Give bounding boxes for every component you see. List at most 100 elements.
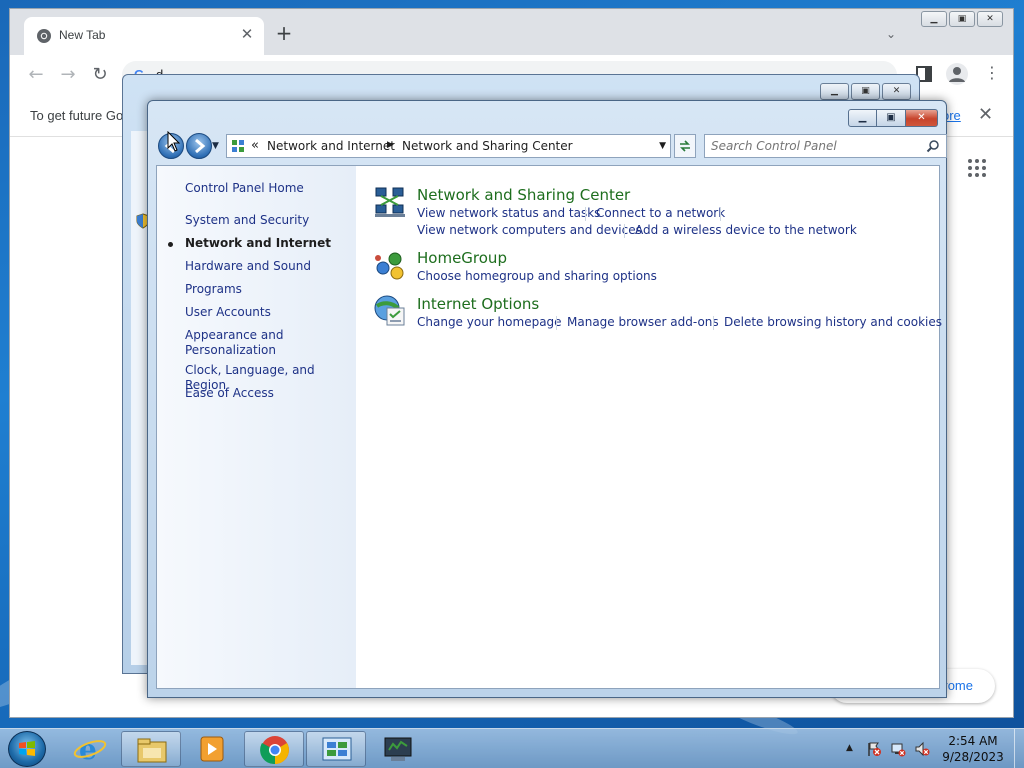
manage-addons-link[interactable]: Manage browser add-ons [567,315,719,329]
recent-pages-dropdown-icon[interactable]: ▼ [212,141,219,151]
clock-time: 2:54 AM [948,734,998,748]
forward-button[interactable]: → [58,65,78,85]
close-button[interactable]: ✕ [906,109,938,127]
maximize-button[interactable]: ▣ [949,11,975,27]
media-player-icon [200,736,224,762]
taskbar-media-player[interactable] [182,731,242,767]
tab-title: New Tab [59,28,106,42]
close-button[interactable]: ✕ [977,11,1003,27]
sidebar-item-appearance-line1[interactable]: Appearance and [185,328,283,343]
taskbar-file-explorer[interactable] [121,731,181,767]
sidebar-item-appearance-line2[interactable]: Personalization [185,343,276,358]
taskbar: e ▲ 2:54 AM 9/28/2023 [0,728,1024,768]
sidebar-item-system-and-security[interactable]: System and Security [185,213,309,228]
google-apps-icon[interactable] [968,159,986,177]
infobar-close-icon[interactable]: ✕ [978,104,993,125]
sidebar-item-ease-of-access[interactable]: Ease of Access [185,386,274,401]
tab-search-icon[interactable]: ⌄ [886,27,896,41]
remote-desktop-icon [384,737,412,761]
chrome-icon [260,736,289,765]
chrome-favicon-icon [37,29,51,43]
svg-text:e: e [79,734,97,764]
address-bar[interactable]: « Network and Internet ▶ Network and Sha… [226,134,671,158]
link-divider [585,207,586,221]
choose-homegroup-link[interactable]: Choose homegroup and sharing options [417,269,657,283]
taskbar-control-panel[interactable] [306,731,366,767]
left-navigation-pane: Control Panel Home System and Security N… [157,166,356,688]
sidebar-item-network-and-internet[interactable]: Network and Internet [185,236,331,251]
change-homepage-link[interactable]: Change your homepage [417,315,562,329]
search-icon[interactable] [926,139,940,153]
control-panel-window: ▁ ▣ ✕ ▼ « Network and Internet ▶ Network… [147,100,947,698]
infobar-text: To get future Go [30,108,124,123]
profile-icon[interactable] [946,63,968,85]
volume-muted-icon[interactable] [914,741,930,757]
taskbar-internet-explorer[interactable]: e [60,731,120,767]
back-button[interactable]: ← [26,65,46,85]
link-divider [720,207,721,221]
internet-options-title[interactable]: Internet Options [417,295,539,313]
view-network-computers-link[interactable]: View network computers and devices [417,223,642,237]
search-box[interactable] [704,134,947,158]
network-status-icon[interactable] [890,741,906,757]
breadcrumb-network-sharing-center[interactable]: Network and Sharing Center [402,139,573,153]
action-center-flag-icon[interactable] [866,741,882,757]
network-icon [375,187,405,217]
maximize-button[interactable]: ▣ [851,83,880,100]
forward-button[interactable] [186,133,212,159]
new-tab-button[interactable]: + [272,23,296,43]
show-hidden-icons-button[interactable]: ▲ [846,743,853,753]
chrome-tabstrip: New Tab ✕ + ⌄ ▁ ▣ ✕ [10,9,1013,55]
homegroup-title[interactable]: HomeGroup [417,249,507,267]
homegroup-icon [375,252,404,280]
delete-browsing-history-link[interactable]: Delete browsing history and cookies [724,315,942,329]
connect-to-network-link[interactable]: Connect to a network [596,206,725,220]
show-desktop-button[interactable] [1014,729,1024,768]
background-window-controls: ▁ ▣ ✕ [820,83,911,100]
address-dropdown-icon[interactable]: ▼ [659,141,666,151]
control-panel-body: Control Panel Home System and Security N… [156,165,942,689]
minimize-button[interactable]: ▁ [848,109,877,127]
internet-options-icon [374,295,405,326]
chrome-menu-icon[interactable]: ⋮ [984,65,1000,81]
search-input[interactable] [711,138,916,154]
close-button[interactable]: ✕ [882,83,911,100]
minimize-button[interactable]: ▁ [820,83,849,100]
chrome-window-controls: ▁ ▣ ✕ [921,11,1003,27]
minimize-button[interactable]: ▁ [921,11,947,27]
windows-logo-icon [19,741,35,756]
view-network-status-link[interactable]: View network status and tasks [417,206,600,220]
link-divider [713,316,714,330]
add-wireless-device-link[interactable]: Add a wireless device to the network [635,223,857,237]
sidebar-item-programs[interactable]: Programs [185,282,242,297]
maximize-button[interactable]: ▣ [877,109,906,127]
system-clock[interactable]: 2:54 AM 9/28/2023 [938,733,1008,765]
breadcrumb-overflow[interactable]: « [251,138,259,153]
internet-explorer-icon: e [73,734,107,764]
control-panel-home-link[interactable]: Control Panel Home [185,181,304,196]
link-divider [624,224,625,238]
tab-new-tab[interactable]: New Tab ✕ [24,17,264,55]
control-panel-window-controls: ▁ ▣ ✕ [848,109,938,127]
file-explorer-icon [137,738,167,763]
control-panel-icon [322,737,352,761]
breadcrumb-network-and-internet[interactable]: Network and Internet [267,139,395,153]
taskbar-chrome[interactable] [244,731,304,767]
network-sharing-center-title[interactable]: Network and Sharing Center [417,186,630,204]
clock-date: 9/28/2023 [942,750,1004,764]
refresh-button[interactable] [674,134,696,158]
current-item-bullet [168,242,173,247]
breadcrumb-separator-icon[interactable]: ▶ [387,140,394,150]
sidebar-item-hardware-and-sound[interactable]: Hardware and Sound [185,259,311,274]
start-button[interactable] [8,731,46,767]
control-panel-icon [232,140,244,152]
link-divider [556,316,557,330]
forward-arrow-icon [195,138,206,154]
close-tab-icon[interactable]: ✕ [238,25,256,43]
main-content: Network and Sharing Center View network … [356,166,942,688]
mouse-cursor-icon [167,131,181,152]
sidebar-item-user-accounts[interactable]: User Accounts [185,305,271,320]
reload-button[interactable]: ↻ [90,65,110,85]
taskbar-remote-desktop[interactable] [368,731,428,767]
refresh-icon [680,140,690,152]
